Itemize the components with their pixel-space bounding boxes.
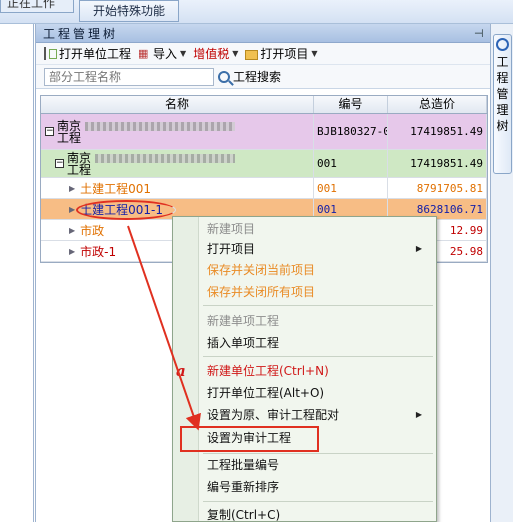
row-name: 市政 <box>80 223 105 238</box>
menu-separator <box>203 453 433 454</box>
submenu-arrow-icon: ▶ <box>415 410 422 419</box>
project-search-label: 工程搜索 <box>233 70 282 84</box>
left-blank-pane <box>0 24 34 522</box>
prev-tab[interactable]: 正在工作 <box>0 0 74 13</box>
row-name-line2: 工程 <box>67 162 92 177</box>
rail-tab-char: 工 <box>496 55 509 69</box>
menu-item-new-project[interactable]: 新建项目 <box>207 219 255 239</box>
menu-item-set-audit-project[interactable]: 设置为审计工程 <box>207 428 291 448</box>
menu-item-renumber[interactable]: 编号重新排序 <box>207 477 279 497</box>
folder-icon <box>245 49 259 60</box>
row-price: 8791705.81 <box>388 178 487 198</box>
row-name: 土建工程001-1 <box>80 202 164 217</box>
row-price: 17419851.49 <box>388 114 487 149</box>
top-strip: 正在工作 开始特殊功能 <box>0 0 513 24</box>
context-menu: a 新建项目 打开项目 ▶ 保存并关闭当前项目 保存并关闭所有项目 新建单项工程… <box>172 216 437 522</box>
pin-icon[interactable]: ⊣ <box>474 27 484 40</box>
menu-separator <box>203 305 433 306</box>
menu-item-open-unit-project[interactable]: 打开单位工程(Alt+O) <box>207 383 324 403</box>
rail-tab-char: 管 <box>496 87 509 101</box>
row-name-line2: 工程 <box>57 130 82 145</box>
tree-tab-icon <box>496 38 509 51</box>
table-row[interactable]: − 南京 工程 BJB180327-0 17419851.49 <box>41 114 487 150</box>
collapse-icon[interactable]: − <box>55 159 64 168</box>
project-toolbar: 打开单位工程 ▦ 导入 ▼ 增值税 ▼ 打开项目 ▼ <box>36 43 490 65</box>
row-price: 17419851.49 <box>388 150 487 177</box>
open-unit-icon <box>44 47 57 60</box>
search-icon <box>218 70 230 83</box>
chevron-down-icon: ▼ <box>232 49 239 58</box>
chevron-down-icon: ▼ <box>180 49 187 58</box>
right-rail: 工 程 管 理 树 <box>490 24 513 522</box>
redacted-text <box>94 153 235 163</box>
menu-item-label: 设置为原、审计工程配对 <box>207 408 340 422</box>
menu-item-save-close-current[interactable]: 保存并关闭当前项目 <box>207 260 315 280</box>
search-bar: 工程搜索 <box>36 65 490 89</box>
project-search-button[interactable]: 工程搜索 <box>218 68 281 85</box>
row-code: 001 <box>314 178 388 198</box>
project-tree-side-tab[interactable]: 工 程 管 理 树 <box>493 34 512 174</box>
expand-arrow-icon[interactable]: ▶ <box>69 226 75 235</box>
row-name: 市政-1 <box>80 244 117 259</box>
import-button[interactable]: ▦ 导入 ▼ <box>136 44 191 64</box>
menu-gutter-mark: a <box>176 362 186 380</box>
menu-item-label: 打开项目 <box>207 242 256 256</box>
import-label: 导入 <box>153 47 178 61</box>
menu-separator <box>203 356 433 357</box>
menu-item-insert-single-project[interactable]: 插入单项工程 <box>207 333 279 353</box>
column-header-code[interactable]: 编号 <box>314 96 388 113</box>
panel-title: 工程管理树 <box>43 26 119 41</box>
menu-item-open-project[interactable]: 打开项目 ▶ <box>207 239 432 259</box>
open-project-button[interactable]: 打开项目 ▼ <box>243 44 322 64</box>
column-header-price[interactable]: 总造价 <box>388 96 487 113</box>
menu-item-set-audit-pair[interactable]: 设置为原、审计工程配对 ▶ <box>207 405 432 425</box>
chevron-down-icon: ▼ <box>311 49 318 58</box>
expand-arrow-icon[interactable]: ▶ <box>69 205 75 214</box>
expand-arrow-icon[interactable]: ▶ <box>69 184 75 193</box>
open-project-label: 打开项目 <box>260 47 309 61</box>
search-input[interactable] <box>44 67 214 86</box>
grid-header: 名称 编号 总造价 <box>41 96 487 114</box>
rail-tab-char: 程 <box>496 71 509 85</box>
redacted-text <box>84 121 235 131</box>
menu-item-batch-numbering[interactable]: 工程批量编号 <box>207 455 279 475</box>
table-row[interactable]: ▶ 土建工程001 001 8791705.81 <box>41 178 487 199</box>
menu-separator <box>203 501 433 502</box>
menu-item-save-close-all[interactable]: 保存并关闭所有项目 <box>207 282 315 302</box>
table-row[interactable]: − 南京 工程 001 17419851.49 <box>41 150 487 178</box>
vat-button[interactable]: 增值税 ▼ <box>191 44 243 64</box>
column-header-name[interactable]: 名称 <box>41 96 314 113</box>
collapse-icon[interactable]: − <box>45 127 54 136</box>
panel-title-bar: 工程管理树 ⊣ <box>36 24 490 43</box>
menu-item-new-unit-project[interactable]: 新建单位工程(Ctrl+N) <box>207 361 329 381</box>
row-name: 土建工程001 <box>80 181 152 196</box>
row-code: 001 <box>314 150 388 177</box>
menu-item-new-single-project[interactable]: 新建单项工程 <box>207 311 279 331</box>
open-unit-label: 打开单位工程 <box>59 47 132 61</box>
vat-label: 增值税 <box>193 47 230 61</box>
open-unit-project-button[interactable]: 打开单位工程 <box>42 44 136 64</box>
import-icon: ▦ <box>138 47 149 60</box>
rail-tab-char: 树 <box>496 119 509 133</box>
row-code: BJB180327-0 <box>314 114 388 149</box>
expand-arrow-icon[interactable]: ▶ <box>69 247 75 256</box>
start-special-function-button[interactable]: 开始特殊功能 <box>79 0 179 22</box>
submenu-arrow-icon: ▶ <box>415 244 422 253</box>
rail-tab-char: 理 <box>496 103 509 117</box>
menu-item-copy[interactable]: 复制(Ctrl+C) <box>207 505 280 522</box>
